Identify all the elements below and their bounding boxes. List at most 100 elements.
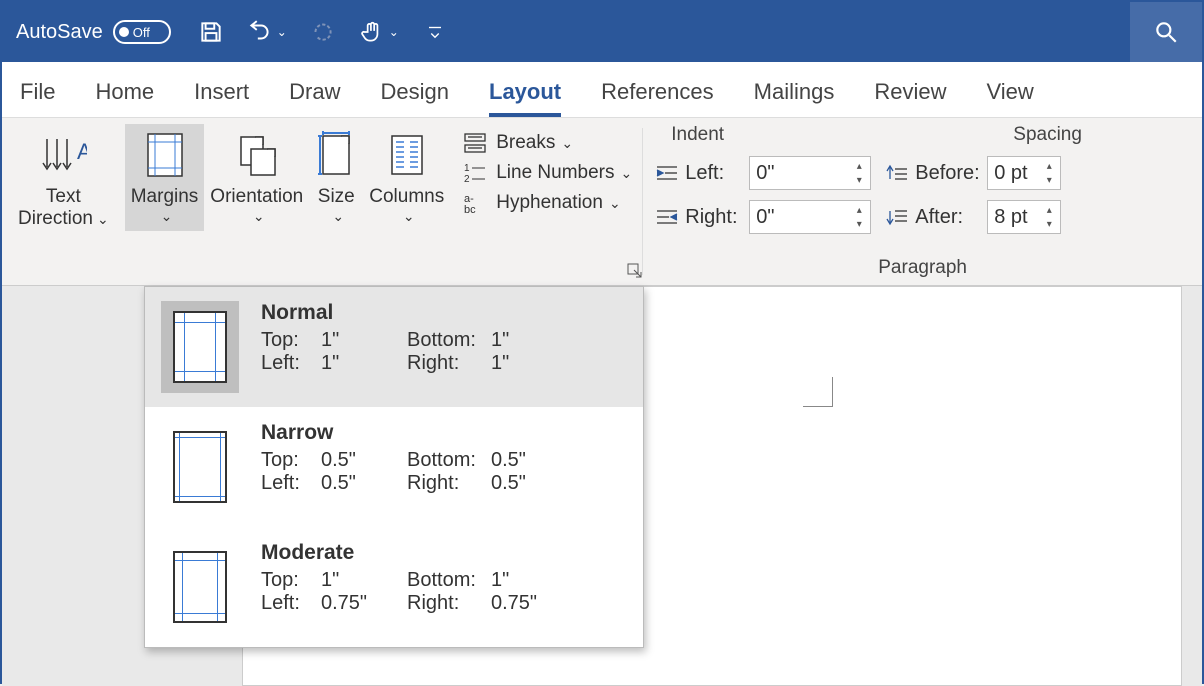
margin-option-moderate[interactable]: ModerateTop:1"Bottom:1"Left:0.75"Right:0… — [145, 527, 643, 647]
margins-button[interactable]: Margins ⌄ — [125, 124, 205, 231]
spinner[interactable]: ▴▾ — [850, 201, 868, 233]
chevron-down-icon: ⌄ — [403, 208, 415, 225]
chevron-down-icon: ⌄ — [621, 165, 633, 182]
search-button[interactable] — [1130, 2, 1202, 62]
columns-label: Columns — [369, 186, 444, 208]
spinner[interactable]: ▴▾ — [850, 157, 868, 189]
tab-home[interactable]: Home — [95, 79, 154, 117]
columns-button[interactable]: Columns ⌄ — [363, 124, 450, 231]
save-button[interactable] — [191, 12, 231, 52]
touch-mode-button[interactable]: ⌄ — [351, 12, 407, 52]
autosave-toggle[interactable]: Off — [113, 20, 171, 44]
page-setup-group: Margins ⌄ Orientation ⌄ Size ⌄ Columns ⌄ — [125, 118, 451, 285]
margin-left-value: 0.75" — [321, 592, 407, 615]
spinner[interactable]: ▴▾ — [1040, 157, 1058, 189]
tab-mailings[interactable]: Mailings — [754, 79, 835, 117]
spinner[interactable]: ▴▾ — [1040, 201, 1058, 233]
line-numbers-label: Line Numbers — [496, 162, 614, 184]
margin-top-value: 1" — [321, 329, 407, 352]
text-direction-button[interactable]: A Text Direction⌄ — [12, 124, 115, 236]
tab-draw[interactable]: Draw — [289, 79, 340, 117]
margin-right-label: Right: — [407, 472, 491, 495]
tab-review[interactable]: Review — [874, 79, 946, 117]
page-setup-launcher[interactable] — [627, 263, 643, 279]
indent-right-icon — [653, 207, 681, 227]
margin-bottom-value: 0.5" — [491, 449, 551, 472]
ribbon: A Text Direction⌄ Margins ⌄ Orientation … — [2, 118, 1202, 286]
margin-left-value: 0.5" — [321, 472, 407, 495]
svg-text:A: A — [77, 139, 87, 164]
chevron-down-icon: ⌄ — [561, 135, 573, 152]
margin-option-name: Narrow — [261, 421, 627, 445]
indent-right-label: Right: — [685, 206, 749, 229]
margins-dropdown-menu: NormalTop:1"Bottom:1"Left:1"Right:1" Narr… — [144, 286, 644, 648]
margin-left-label: Left: — [261, 352, 321, 375]
chevron-down-icon: ⌄ — [253, 208, 265, 225]
text-direction-label: Text — [46, 186, 81, 208]
tab-references[interactable]: References — [601, 79, 714, 117]
margin-right-label: Right: — [407, 352, 491, 375]
breaks-button[interactable]: Breaks ⌄ — [460, 128, 632, 158]
spacing-before-label: Before: — [915, 162, 987, 185]
svg-text:2: 2 — [464, 174, 470, 184]
breaks-label: Breaks — [496, 132, 555, 154]
tab-insert[interactable]: Insert — [194, 79, 249, 117]
chevron-down-icon: ⌄ — [97, 211, 109, 228]
indent-left-label: Left: — [685, 162, 749, 185]
orientation-button[interactable]: Orientation ⌄ — [204, 124, 309, 231]
hyphenation-icon: a-bc — [460, 192, 490, 214]
spacing-before-icon — [883, 163, 911, 183]
tab-layout[interactable]: Layout — [489, 79, 561, 117]
ribbon-tabs: File Home Insert Draw Design Layout References… — [2, 62, 1202, 118]
tab-file[interactable]: File — [20, 79, 55, 117]
hyphenation-button[interactable]: a-bc Hyphenation ⌄ — [460, 188, 632, 218]
undo-icon — [247, 19, 273, 45]
spacing-after-icon — [883, 207, 911, 227]
margin-bottom-label: Bottom: — [407, 329, 491, 352]
margin-option-narrow[interactable]: NarrowTop:0.5"Bottom:0.5"Left:0.5"Right:… — [145, 407, 643, 527]
undo-button[interactable]: ⌄ — [239, 12, 295, 52]
chevron-down-icon: ⌄ — [609, 195, 621, 212]
page-setup-small-group: Breaks ⌄ 12 Line Numbers ⌄ a-bc Hyphenatio… — [450, 118, 642, 285]
margin-top-label: Top: — [261, 449, 321, 472]
redo-button[interactable] — [303, 12, 343, 52]
tab-view[interactable]: View — [986, 79, 1033, 117]
size-label: Size — [318, 186, 355, 208]
margin-right-value: 1" — [491, 352, 551, 375]
text-direction-icon: A — [39, 130, 87, 180]
size-button[interactable]: Size ⌄ — [309, 124, 363, 231]
chevron-down-icon: ⌄ — [389, 25, 399, 39]
margin-top-value: 0.5" — [321, 449, 407, 472]
margin-bottom-label: Bottom: — [407, 569, 491, 592]
margin-left-label: Left: — [261, 592, 321, 615]
indent-left-input[interactable]: 0"▴▾ — [749, 156, 871, 190]
autosave-label: AutoSave — [16, 21, 103, 44]
customize-icon — [422, 19, 448, 45]
hyphenation-label: Hyphenation — [496, 192, 603, 214]
margin-option-normal[interactable]: NormalTop:1"Bottom:1"Left:1"Right:1" — [145, 287, 643, 407]
margins-icon — [142, 130, 188, 180]
indent-header: Indent — [653, 124, 903, 146]
svg-text:1: 1 — [464, 163, 470, 174]
text-direction-label2: Direction — [18, 208, 93, 230]
search-icon — [1153, 19, 1179, 45]
margin-top-label: Top: — [261, 329, 321, 352]
breaks-icon — [460, 132, 490, 154]
title-bar: AutoSave Off ⌄ ⌄ — [2, 2, 1202, 62]
indent-right-input[interactable]: 0"▴▾ — [749, 200, 871, 234]
line-numbers-button[interactable]: 12 Line Numbers ⌄ — [460, 158, 632, 188]
spacing-header: Spacing — [903, 124, 1192, 146]
margin-top-label: Top: — [261, 569, 321, 592]
margin-preview-icon — [161, 541, 239, 633]
margin-bottom-value: 1" — [491, 569, 551, 592]
margin-preview-icon — [161, 301, 239, 393]
spacing-after-label: After: — [915, 206, 987, 229]
spacing-after-input[interactable]: 8 pt▴▾ — [987, 200, 1061, 234]
tab-design[interactable]: Design — [381, 79, 449, 117]
spacing-before-input[interactable]: 0 pt▴▾ — [987, 156, 1061, 190]
customize-qat-button[interactable] — [415, 12, 455, 52]
toggle-dot — [119, 27, 129, 37]
chevron-down-icon: ⌄ — [161, 208, 173, 225]
columns-icon — [386, 130, 428, 180]
margin-bottom-value: 1" — [491, 329, 551, 352]
